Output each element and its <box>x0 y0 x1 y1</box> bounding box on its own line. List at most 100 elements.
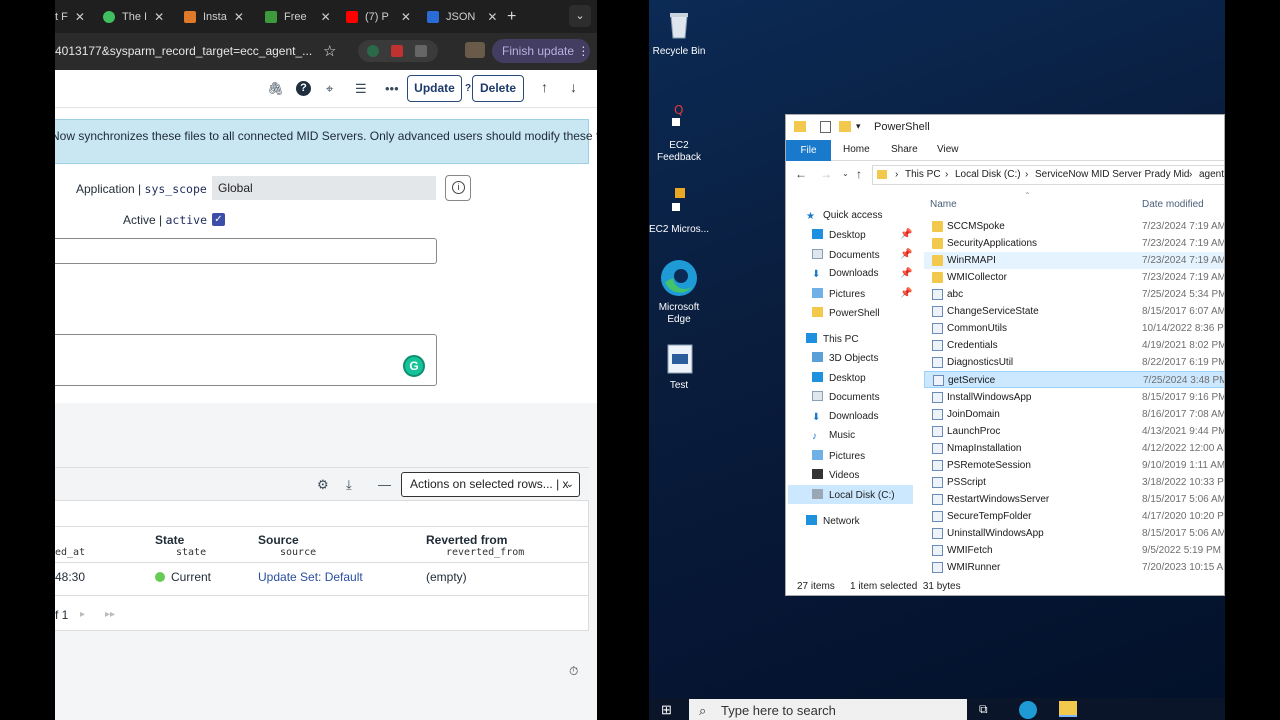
nav-item-local-disk[interactable]: Local Disk (C:) <box>812 489 895 501</box>
ribbon-tab-share[interactable]: Share <box>891 144 918 155</box>
file-row[interactable]: WinRMAPI 7/23/2024 7:19 AM <box>924 252 1224 270</box>
nav-item-downloads[interactable]: ⬇ Downloads 📌 <box>812 268 912 280</box>
nav-item-pc-desktop[interactable]: Desktop <box>812 372 866 384</box>
info-button[interactable]: i <box>445 175 471 201</box>
bookmark-star-icon[interactable]: ☆ <box>323 42 336 60</box>
activity-icon[interactable]: ⌖ <box>326 81 333 97</box>
text-field[interactable] <box>55 238 437 264</box>
url-field[interactable]: 4013177&sysparm_record_target=ecc_agent_… <box>55 44 312 58</box>
windows-start-icon[interactable]: ⊞ <box>661 702 672 718</box>
nav-item-pc-pictures[interactable]: Pictures <box>812 450 865 462</box>
breadcrumb-agent[interactable]: agent <box>1199 166 1224 184</box>
new-tab-icon[interactable]: + <box>507 8 516 26</box>
actions-select[interactable]: Actions on selected rows... | x ⌄ <box>401 472 580 497</box>
properties-icon[interactable] <box>820 121 831 133</box>
cell-source-link[interactable]: Update Set: Default <box>258 570 363 584</box>
file-row[interactable]: RestartWindowsServer 8/15/2017 5:06 AM <box>924 491 1224 508</box>
edge-taskbar-icon[interactable] <box>1019 701 1037 719</box>
column-source[interactable]: Source <box>258 533 299 547</box>
application-field[interactable]: Global <box>212 176 436 200</box>
file-row[interactable]: WMIFetch 9/5/2022 5:19 PM <box>924 542 1224 559</box>
file-row[interactable]: NmapInstallation 4/12/2022 12:00 AM <box>924 440 1224 457</box>
gear-icon[interactable]: ⚙ <box>317 477 329 493</box>
taskbar-search[interactable]: ⌕ Type here to search <box>689 699 967 720</box>
breadcrumb-this-pc[interactable]: This PC <box>905 166 941 184</box>
task-view-icon[interactable]: ⧉ <box>979 702 988 717</box>
nav-item-videos[interactable]: Videos <box>812 469 859 481</box>
nav-item-pictures[interactable]: Pictures 📌 <box>812 288 912 300</box>
nav-item-pc-documents[interactable]: Documents <box>812 391 880 403</box>
finish-update-button[interactable]: Finish update ⋮ <box>492 39 590 63</box>
active-checkbox[interactable]: ✓ <box>212 213 225 226</box>
arrow-down-icon[interactable]: ↓ <box>570 79 577 95</box>
delete-button[interactable]: Delete <box>472 75 524 102</box>
file-row[interactable]: LaunchProc 4/13/2021 9:44 PM <box>924 423 1224 440</box>
extensions-pill[interactable] <box>358 40 438 62</box>
close-icon[interactable]: ✕ <box>75 10 85 24</box>
nav-item-3d-objects[interactable]: 3D Objects <box>812 352 878 364</box>
chevron-down-icon[interactable]: ⌄ <box>569 5 591 27</box>
file-explorer-taskbar-icon[interactable] <box>1059 701 1077 717</box>
column-date-modified[interactable]: Date modified <box>1142 199 1204 210</box>
file-row[interactable]: WMICollector 7/23/2024 7:19 AM <box>924 269 1224 286</box>
help-icon[interactable]: ? <box>296 81 311 96</box>
column-reverted[interactable]: Reverted from <box>426 533 507 547</box>
file-row[interactable]: Credentials 4/19/2021 8:02 PM <box>924 337 1224 354</box>
tab-2[interactable]: The I ✕ <box>103 6 164 28</box>
nav-network[interactable]: Network <box>806 515 860 527</box>
ec2-feedback-shortcut[interactable]: Q EC2 Feedback <box>649 102 709 164</box>
tab-5[interactable]: (7) P ✕ <box>346 6 411 28</box>
paperclip-icon[interactable]: 🖇 <box>267 81 284 97</box>
close-icon[interactable]: ✕ <box>154 10 164 24</box>
ribbon-tab-view[interactable]: View <box>937 144 959 155</box>
settings-sliders-icon[interactable]: ☰ <box>355 81 367 97</box>
forward-arrow-icon[interactable]: → <box>820 167 832 181</box>
file-row[interactable]: SCCMSpoke 7/23/2024 7:19 AM <box>924 218 1224 235</box>
breadcrumb-local-disk[interactable]: Local Disk (C:) <box>955 166 1021 184</box>
customize-toolbar-icon[interactable]: ▾ <box>856 121 861 132</box>
back-arrow-icon[interactable]: ← <box>795 167 807 181</box>
collapse-icon[interactable]: — <box>378 477 391 492</box>
ribbon-tab-file[interactable]: File <box>786 140 831 161</box>
column-updated[interactable]: ed_at <box>55 547 85 558</box>
file-row[interactable]: abc 7/25/2024 5:34 PM <box>924 286 1224 303</box>
file-row[interactable]: DiagnosticsUtil 8/22/2017 6:19 PM <box>924 354 1224 371</box>
help-icon[interactable]: ? <box>465 83 471 94</box>
file-row[interactable]: CommonUtils 10/14/2022 8:36 PM <box>924 320 1224 337</box>
tab-1[interactable]: t F ✕ <box>55 6 85 28</box>
nav-item-powershell[interactable]: PowerShell <box>812 307 880 319</box>
up-arrow-icon[interactable]: ↑ <box>856 167 862 181</box>
recycle-bin-shortcut[interactable]: Recycle Bin <box>649 8 709 58</box>
nav-item-pc-downloads[interactable]: ⬇ Downloads <box>812 411 878 423</box>
column-state[interactable]: State <box>155 533 184 547</box>
clock-icon[interactable]: ⏱ <box>569 664 578 679</box>
close-icon[interactable]: ✕ <box>487 10 497 24</box>
test-shortcut[interactable]: Test <box>649 342 709 392</box>
nav-this-pc[interactable]: This PC <box>806 333 859 345</box>
nav-item-desktop[interactable]: Desktop 📌 <box>812 229 912 241</box>
breadcrumb-mid-server[interactable]: ServiceNow MID Server Prady Mid <box>1035 166 1189 184</box>
extension-icon[interactable] <box>367 45 379 57</box>
path-breadcrumb[interactable]: › This PC › Local Disk (C:) › ServiceNow… <box>872 165 1224 185</box>
tab-4[interactable]: Free ✕ <box>265 6 331 28</box>
file-row[interactable]: SecurityApplications 7/23/2024 7:19 AM <box>924 235 1224 252</box>
close-icon[interactable]: ✕ <box>321 10 331 24</box>
file-row[interactable]: PSRemoteSession 9/10/2019 1:11 AM <box>924 457 1224 474</box>
nav-item-documents[interactable]: Documents 📌 <box>812 249 912 261</box>
tab-3[interactable]: Insta ✕ <box>184 6 244 28</box>
recent-locations-icon[interactable]: ⌄ <box>842 169 849 178</box>
close-icon[interactable]: ✕ <box>234 10 244 24</box>
nav-quick-access[interactable]: ★ Quick access <box>806 210 882 222</box>
column-name[interactable]: Name <box>930 199 957 210</box>
edge-shortcut[interactable]: Microsoft Edge <box>649 258 709 326</box>
ribbon-tab-home[interactable]: Home <box>843 144 870 155</box>
new-folder-icon[interactable] <box>839 121 851 132</box>
file-row[interactable]: InstallWindowsApp 8/15/2017 9:16 PM <box>924 389 1224 406</box>
grammarly-icon[interactable]: G <box>403 355 425 377</box>
next-page-icon[interactable]: ▸ <box>80 609 85 620</box>
file-row[interactable]: WMIRunner 7/20/2023 10:15 AM <box>924 559 1224 576</box>
file-row[interactable]: SecureTempFolder 4/17/2020 10:20 PM <box>924 508 1224 525</box>
tab-6[interactable]: JSON ✕ <box>427 6 497 28</box>
file-row[interactable]: getService 7/25/2024 3:48 PM <box>924 371 1224 389</box>
download-icon[interactable]: ⤓ <box>346 477 352 493</box>
